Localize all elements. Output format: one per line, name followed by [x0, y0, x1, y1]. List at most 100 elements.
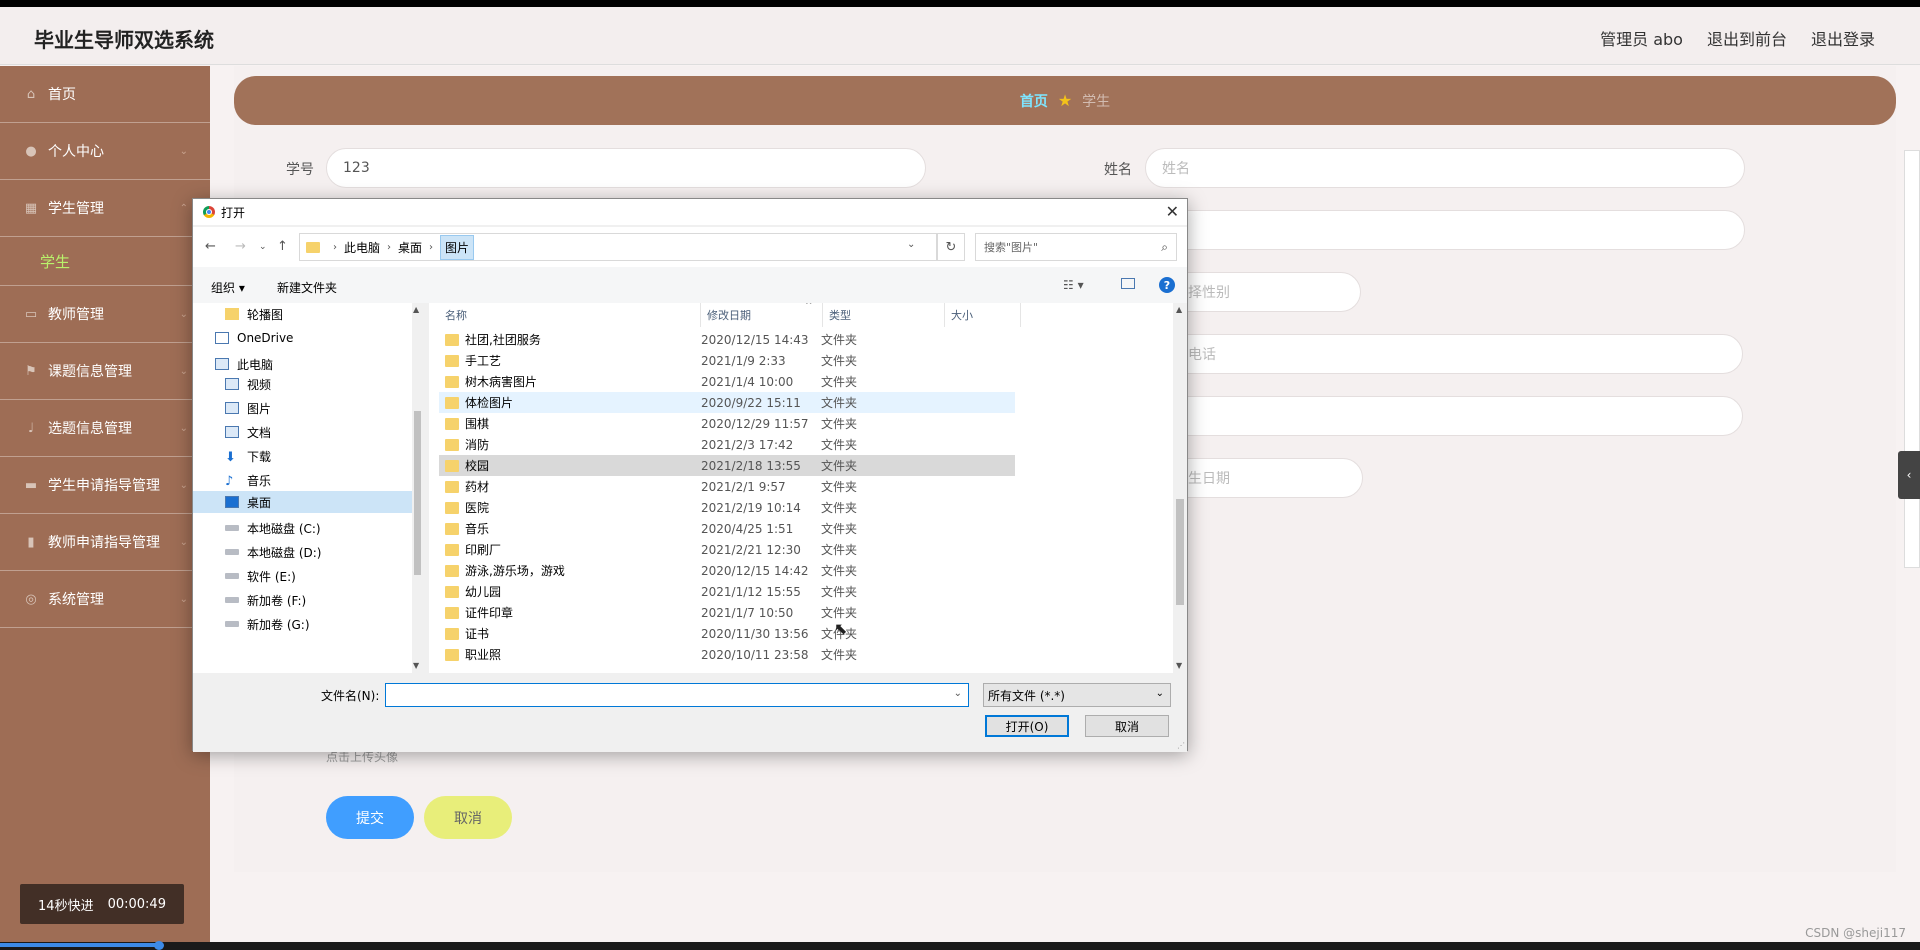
sidebar-item-home[interactable]: ⌂ 首页 [0, 66, 210, 123]
column-header-name[interactable]: 名称 [439, 303, 701, 327]
nav-item-desktop[interactable]: 桌面 [193, 491, 412, 513]
preview-pane-icon[interactable] [1121, 278, 1135, 289]
refresh-icon[interactable]: ↻ [937, 233, 965, 261]
nav-item-drive-f[interactable]: 新加卷 (F:) [225, 589, 306, 611]
nav-item-this-pc[interactable]: 此电脑 [215, 353, 273, 375]
sidebar-item-system[interactable]: ◎ 系统管理 ⌄ [0, 571, 210, 628]
breadcrumb-current: 学生 [1082, 93, 1111, 110]
resize-grip-icon[interactable]: ⋰ [1177, 741, 1185, 750]
progress-knob[interactable] [154, 941, 164, 950]
sidebar-item-teachers[interactable]: ▭ 教师管理 ⌄ [0, 286, 210, 343]
nav-item-carousel[interactable]: 轮播图 [225, 303, 283, 325]
address-bar[interactable]: › 此电脑 › 桌面 › 图片 [299, 233, 937, 261]
nav-item-pictures[interactable]: 图片 [225, 397, 271, 419]
nav-item-drive-d[interactable]: 本地磁盘 (D:) [225, 541, 321, 563]
close-icon[interactable]: ✕ [1166, 202, 1179, 221]
file-row[interactable]: 体检图片 2020/9/22 15:11 文件夹 [439, 392, 1015, 413]
file-date: 2021/1/9 2:33 [701, 353, 786, 368]
folder-icon [445, 396, 459, 409]
scroll-down-icon[interactable]: ▼ [413, 661, 419, 670]
forward-arrow-icon[interactable]: → [235, 239, 246, 254]
sidebar-subitem-student[interactable]: 学生 [0, 237, 210, 286]
file-row[interactable]: 社团,社团服务 2020/12/15 14:43 文件夹 [439, 329, 1015, 350]
file-type-select[interactable]: 所有文件 (*.*) ⌄ [983, 683, 1171, 707]
nav-item-downloads[interactable]: ⬇ 下载 [225, 445, 271, 467]
open-button[interactable]: 打开(O) [985, 715, 1069, 737]
file-row[interactable]: 树木病害图片 2021/1/4 10:00 文件夹 [439, 371, 1015, 392]
file-list-scrollbar[interactable]: ▲ ▼ [1173, 303, 1187, 673]
chevron-down-icon[interactable]: ⌄ [954, 688, 962, 699]
file-row[interactable]: 校园 2021/2/18 13:55 文件夹 [439, 455, 1015, 476]
sidebar-item-teacher-applications[interactable]: ▮ 教师申请指导管理 ⌄ [0, 514, 210, 571]
nav-item-drive-e[interactable]: 软件 (E:) [225, 565, 296, 587]
breadcrumb-home[interactable]: 首页 [1020, 91, 1048, 111]
flag-icon: ⚑ [25, 363, 37, 379]
column-header-type[interactable]: 类型 [823, 303, 945, 327]
scrollbar-thumb[interactable] [414, 411, 421, 575]
back-to-frontend-link[interactable]: 退出到前台 [1707, 26, 1787, 50]
name-input[interactable]: 姓名 [1145, 148, 1745, 188]
file-row[interactable]: 证书 2020/11/30 13:56 文件夹 [439, 623, 1015, 644]
sidebar-item-profile[interactable]: ● 个人中心 ⌄ [0, 123, 210, 180]
filename-input[interactable]: ⌄ [385, 683, 969, 707]
breadcrumb: 首页 ★ 学生 [234, 76, 1896, 125]
scroll-up-icon[interactable]: ▲ [413, 305, 419, 314]
student-id-input[interactable]: 123 [326, 148, 926, 188]
nav-item-drive-c[interactable]: 本地磁盘 (C:) [225, 517, 321, 539]
admin-user-label: 管理员 abo [1600, 30, 1683, 49]
password-input[interactable] [1145, 210, 1745, 250]
file-row[interactable]: 手工艺 2021/1/9 2:33 文件夹 [439, 350, 1015, 371]
nav-item-onedrive[interactable]: OneDrive [215, 327, 293, 349]
app-header: 毕业生导师双选系统 管理员 abo 退出到前台 退出登录 [0, 7, 1920, 65]
file-list-pane: ^ 名称 修改日期 类型 大小 社团,社团服务 2020/12/15 14:43 文… [429, 303, 1177, 673]
column-header-date[interactable]: 修改日期 [701, 303, 823, 327]
file-row[interactable]: 证件印章 2021/1/7 10:50 文件夹 [439, 602, 1015, 623]
breadcrumb-this-pc[interactable]: 此电脑 [344, 239, 380, 256]
email-input[interactable] [1145, 396, 1743, 436]
phone-input[interactable]: 电话 [1145, 334, 1743, 374]
collapse-panel-button[interactable]: ‹ [1898, 451, 1920, 499]
nav-pane-scrollbar[interactable]: ▲ ▼ [412, 303, 423, 673]
file-row[interactable]: 印刷厂 2021/2/21 12:30 文件夹 [439, 539, 1015, 560]
new-folder-button[interactable]: 新建文件夹 [277, 279, 337, 296]
cancel-button[interactable]: 取消 [424, 796, 512, 839]
help-icon[interactable]: ? [1159, 277, 1175, 293]
sidebar-item-students[interactable]: ▦ 学生管理 ⌃ [0, 180, 210, 237]
sidebar-item-selections[interactable]: ♩ 选题信息管理 ⌄ [0, 400, 210, 457]
up-arrow-icon[interactable]: ↑ [277, 239, 288, 254]
address-dropdown-icon[interactable]: ⌄ [907, 239, 915, 250]
file-row[interactable]: 围棋 2020/12/29 11:57 文件夹 [439, 413, 1015, 434]
folder-icon [445, 480, 459, 493]
sidebar-item-student-applications[interactable]: ▬ 学生申请指导管理 ⌄ [0, 457, 210, 514]
back-arrow-icon[interactable]: ← [205, 239, 216, 254]
sidebar-item-topics[interactable]: ⚑ 课题信息管理 ⌄ [0, 343, 210, 400]
nav-item-videos[interactable]: 视频 [225, 373, 271, 395]
file-row[interactable]: 药材 2021/2/1 9:57 文件夹 [439, 476, 1015, 497]
logout-link[interactable]: 退出登录 [1811, 26, 1875, 50]
view-options-icon[interactable]: ☷ ▾ [1063, 278, 1084, 292]
file-row[interactable]: 幼儿园 2021/1/12 15:55 文件夹 [439, 581, 1015, 602]
nav-item-drive-g[interactable]: 新加卷 (G:) [225, 613, 310, 635]
file-row[interactable]: 消防 2021/2/3 17:42 文件夹 [439, 434, 1015, 455]
folder-icon [445, 375, 459, 388]
search-input[interactable]: 搜索"图片" ⌕ [975, 233, 1177, 261]
organize-button[interactable]: 组织 ▾ [211, 279, 245, 296]
breadcrumb-pictures[interactable]: 图片 [440, 234, 475, 260]
scroll-up-icon[interactable]: ▲ [1176, 305, 1182, 314]
file-row[interactable]: 音乐 2020/4/25 1:51 文件夹 [439, 518, 1015, 539]
recent-dropdown-icon[interactable]: ⌄ [259, 242, 267, 252]
scrollbar-thumb[interactable] [1176, 499, 1184, 605]
chevron-down-icon: ⌄ [179, 146, 188, 157]
scroll-down-icon[interactable]: ▼ [1176, 661, 1182, 670]
nav-item-documents[interactable]: 文档 [225, 421, 271, 443]
nav-item-music[interactable]: ♪ 音乐 [225, 469, 271, 491]
file-row[interactable]: 医院 2021/2/19 10:14 文件夹 [439, 497, 1015, 518]
video-progress-bar[interactable] [0, 943, 160, 947]
file-row[interactable]: 游泳,游乐场，游戏 2020/12/15 14:42 文件夹 [439, 560, 1015, 581]
dialog-cancel-button[interactable]: 取消 [1085, 715, 1169, 737]
file-name: 药材 [465, 480, 490, 494]
submit-button[interactable]: 提交 [326, 796, 414, 839]
breadcrumb-desktop[interactable]: 桌面 [398, 239, 422, 256]
column-header-size[interactable]: 大小 [945, 303, 1021, 327]
file-row[interactable]: 职业照 2020/10/11 23:58 文件夹 [439, 644, 1015, 665]
